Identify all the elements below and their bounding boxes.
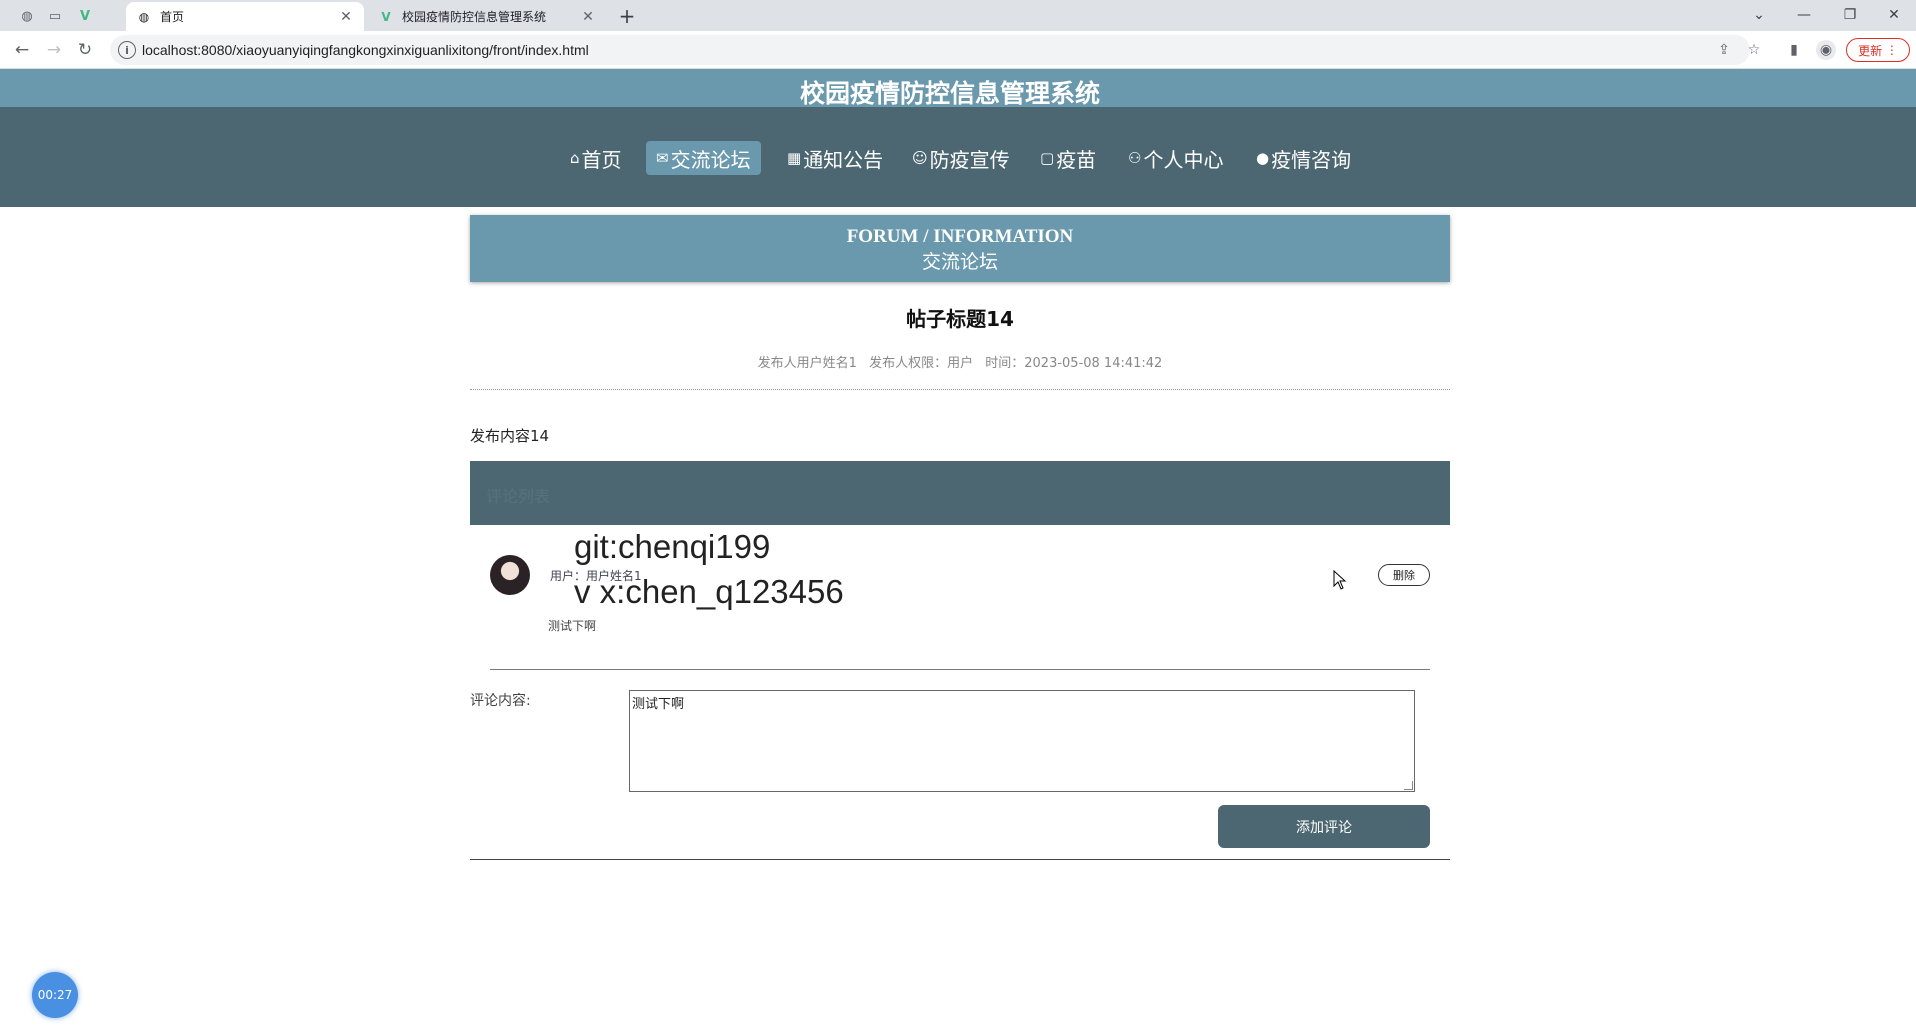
nav-item-notice[interactable]: ▦ 通知公告	[777, 141, 893, 175]
grid-icon: ▦	[787, 149, 802, 167]
share-icon[interactable]: ⇪	[1714, 40, 1734, 60]
nav-item-vaccine[interactable]: ▢ 疫苗	[1030, 141, 1106, 175]
section-title-cn: 交流论坛	[921, 252, 998, 273]
nav-label: 通知公告	[803, 147, 884, 172]
vue-logo-icon: V	[381, 9, 391, 24]
bookmark-star-icon[interactable]: ☆	[1744, 40, 1764, 60]
nav-item-forum[interactable]: ✉ 交流论坛	[646, 141, 761, 175]
globe-icon: ◍	[138, 9, 150, 24]
close-icon[interactable]: ✕	[338, 9, 354, 25]
mail-icon: ✉	[656, 149, 669, 167]
browser-tabbar: ◍ ▭ V ◍ 首页 ✕ V 校园疫情防控信息管理系统 ✕ + ⌄ — ❐ ✕	[0, 0, 1916, 31]
site-title: 校园疫情防控信息管理系统	[799, 79, 1100, 108]
post-time: 时间：2023-05-08 14:41:42	[985, 356, 1163, 371]
divider	[470, 389, 1450, 390]
address-bar[interactable]: i localhost:8080/xiaoyuanyiqingfangkongx…	[110, 35, 1760, 65]
watermark-line-2: v x:chen_q123456	[574, 573, 844, 610]
pinned-tab-globe-icon[interactable]: ◍	[16, 5, 38, 27]
chat-icon: ●	[1256, 149, 1270, 167]
resize-handle-icon[interactable]	[1404, 781, 1413, 790]
home-icon: ⌂	[570, 149, 580, 167]
avatar	[490, 555, 530, 595]
url-text[interactable]: localhost:8080/xiaoyuanyiqingfangkongxin…	[142, 42, 589, 58]
section-title-en: FORUM / INFORMATION	[846, 226, 1074, 247]
main-nav: ⌂ 首页 ✉ 交流论坛 ▦ 通知公告 ☺ 防疫宣传 ▢ 疫苗 ⚇ 个人中心 ● 疫情咨询	[0, 107, 1916, 207]
comments-header: 评论列表	[470, 461, 1450, 525]
tab-title: 首页	[160, 10, 185, 24]
tab-search-chevron-icon[interactable]: ⌄	[1737, 2, 1781, 28]
update-button[interactable]: 更新 ⋮	[1846, 38, 1910, 62]
tab-system[interactable]: V 校园疫情防控信息管理系统 ✕	[368, 2, 606, 31]
forward-arrow-icon[interactable]: →	[42, 38, 66, 62]
comment-item: 用户：用户姓名1 测试下啊 git:chenqi199 v x:chen_q12…	[470, 525, 1450, 665]
section-banner: FORUM / INFORMATION 交流论坛	[470, 215, 1450, 282]
post-author: 发布人用户姓名1	[757, 356, 857, 371]
divider	[470, 859, 1450, 860]
nav-label: 防疫宣传	[929, 147, 1010, 172]
restore-button[interactable]: ❐	[1828, 2, 1872, 28]
post-meta: 发布人用户姓名1 发布人权限：用户 时间：2023-05-08 14:41:42	[470, 352, 1450, 371]
add-comment-button[interactable]: 添加评论	[1218, 805, 1430, 848]
recording-timer-badge[interactable]: 00:27	[32, 972, 78, 1018]
site-header: 校园疫情防控信息管理系统	[0, 69, 1916, 108]
delete-comment-button[interactable]: 删除	[1378, 564, 1430, 586]
doc-icon: ▢	[1040, 149, 1055, 167]
nav-item-consult[interactable]: ● 疫情咨询	[1246, 141, 1361, 175]
nav-item-profile[interactable]: ⚇ 个人中心	[1118, 141, 1233, 175]
pinned-tab-mail-icon[interactable]: ▭	[44, 5, 66, 27]
close-window-button[interactable]: ✕	[1872, 2, 1916, 28]
comment-textarea-value: 测试下啊	[632, 697, 685, 712]
pinned-tab-vue-icon[interactable]: V	[74, 5, 96, 27]
smile-icon: ☺	[912, 149, 928, 167]
side-panel-icon[interactable]: ▮	[1784, 40, 1804, 60]
comment-form-label: 评论内容:	[470, 693, 531, 709]
profile-avatar-icon[interactable]: ◉	[1816, 40, 1836, 60]
divider	[490, 669, 1430, 670]
reload-icon[interactable]: ↻	[73, 38, 97, 62]
nav-label: 交流论坛	[670, 147, 751, 172]
tab-title: 校园疫情防控信息管理系统	[402, 10, 547, 24]
nav-item-publicity[interactable]: ☺ 防疫宣传	[902, 141, 1020, 175]
comments-header-label: 评论列表	[486, 487, 551, 506]
nav-label: 个人中心	[1143, 147, 1224, 172]
comment-textarea[interactable]: 测试下啊	[629, 690, 1415, 792]
new-tab-button[interactable]: +	[615, 4, 639, 28]
nav-label: 疫苗	[1056, 147, 1097, 172]
tab-home[interactable]: ◍ 首页 ✕	[126, 2, 364, 31]
site-info-icon[interactable]: i	[118, 41, 136, 59]
nav-label: 首页	[581, 147, 622, 172]
post-role: 发布人权限：用户	[869, 356, 974, 371]
browser-toolbar: ← → ↻ i localhost:8080/xiaoyuanyiqingfan…	[0, 31, 1916, 69]
mouse-cursor-icon	[1333, 570, 1347, 590]
minimize-button[interactable]: —	[1782, 2, 1826, 28]
watermark-line-1: git:chenqi199	[574, 528, 771, 565]
post-content: 发布内容14	[470, 427, 550, 445]
back-arrow-icon[interactable]: ←	[10, 38, 34, 62]
nav-item-home[interactable]: ⌂ 首页	[560, 141, 632, 175]
close-icon[interactable]: ✕	[580, 9, 596, 25]
user-icon: ⚇	[1128, 149, 1142, 167]
post-title: 帖子标题14	[906, 307, 1014, 331]
comment-text: 测试下啊	[548, 619, 597, 633]
update-label: 更新	[1858, 43, 1883, 58]
nav-label: 疫情咨询	[1271, 147, 1352, 172]
